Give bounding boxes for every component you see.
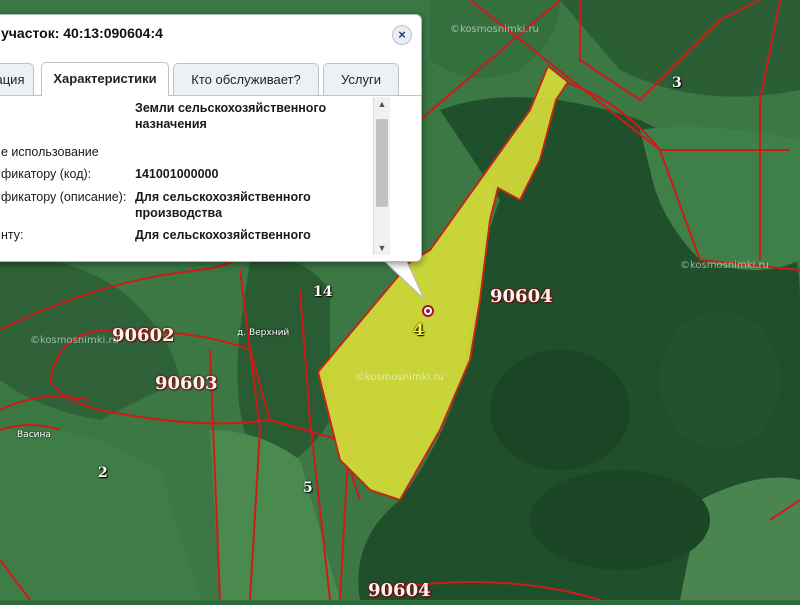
forest-dark-spot	[490, 350, 630, 470]
popup-pointer	[380, 255, 425, 300]
characteristics-list: Земли сельскохозяйственного назначения е…	[0, 97, 387, 257]
by-document-value: Для сельскохозяйственного	[135, 228, 311, 242]
quarter-label-90602: 90602	[112, 325, 175, 346]
tab-bar: ация Характеристики Кто обслуживает? Усл…	[0, 61, 421, 96]
classifier-code-value: 141001000000	[135, 167, 219, 181]
watermark: ©kosmosnimki.ru	[450, 24, 539, 35]
forest-dark-spot-2	[530, 470, 710, 570]
classifier-description-value: Для сельскохозяйственного	[135, 190, 311, 204]
watermark: ©kosmosnimki.ru	[680, 260, 769, 271]
classifier-description-value-line2: производства	[135, 206, 223, 220]
classifier-code-label: фикатору (код):	[1, 167, 92, 181]
close-icon[interactable]: ×	[392, 25, 412, 45]
tab-information[interactable]: ация	[0, 63, 34, 95]
scroll-down-icon[interactable]: ▼	[374, 241, 390, 255]
place-name-village: д. Верхний	[237, 328, 290, 338]
plot-label-4-selected: 4	[413, 320, 425, 339]
watermark: ©kosmosnimki.ru	[30, 335, 119, 346]
plot-label-14: 14	[313, 284, 333, 300]
tab-characteristics[interactable]: Характеристики	[41, 62, 169, 96]
watermark: ©kosmosnimki.ru	[355, 372, 444, 383]
land-category-value: Земли сельскохозяйственного	[135, 101, 327, 115]
forest-dark-spot-3	[660, 310, 780, 450]
quarter-label-90604: 90604	[490, 286, 553, 307]
plot-label-5: 5	[303, 480, 313, 496]
land-category-value-line2: назначения	[135, 117, 207, 131]
location-pin-icon[interactable]	[422, 305, 434, 317]
place-name-village-west: Васина	[17, 430, 51, 440]
classifier-description-label: фикатору (описание):	[1, 190, 127, 204]
scrollbar[interactable]: ▲ ▼	[373, 97, 390, 255]
by-document-label: нту:	[1, 228, 24, 242]
scroll-up-icon[interactable]: ▲	[374, 97, 390, 111]
quarter-label-90604-south: 90604	[368, 580, 431, 601]
tab-services[interactable]: Услуги	[323, 63, 399, 95]
quarter-label-90603: 90603	[155, 373, 218, 394]
popup-title: участок: 40:13:090604:4	[1, 25, 163, 41]
plot-label-3: 3	[672, 75, 682, 91]
tab-who-serves[interactable]: Кто обслуживает?	[173, 63, 319, 95]
scrollbar-thumb[interactable]	[376, 119, 388, 207]
permitted-use-label: е использование	[1, 145, 99, 159]
parcel-info-popup: участок: 40:13:090604:4 × ация Характери…	[0, 14, 422, 262]
plot-label-2: 2	[98, 465, 108, 481]
